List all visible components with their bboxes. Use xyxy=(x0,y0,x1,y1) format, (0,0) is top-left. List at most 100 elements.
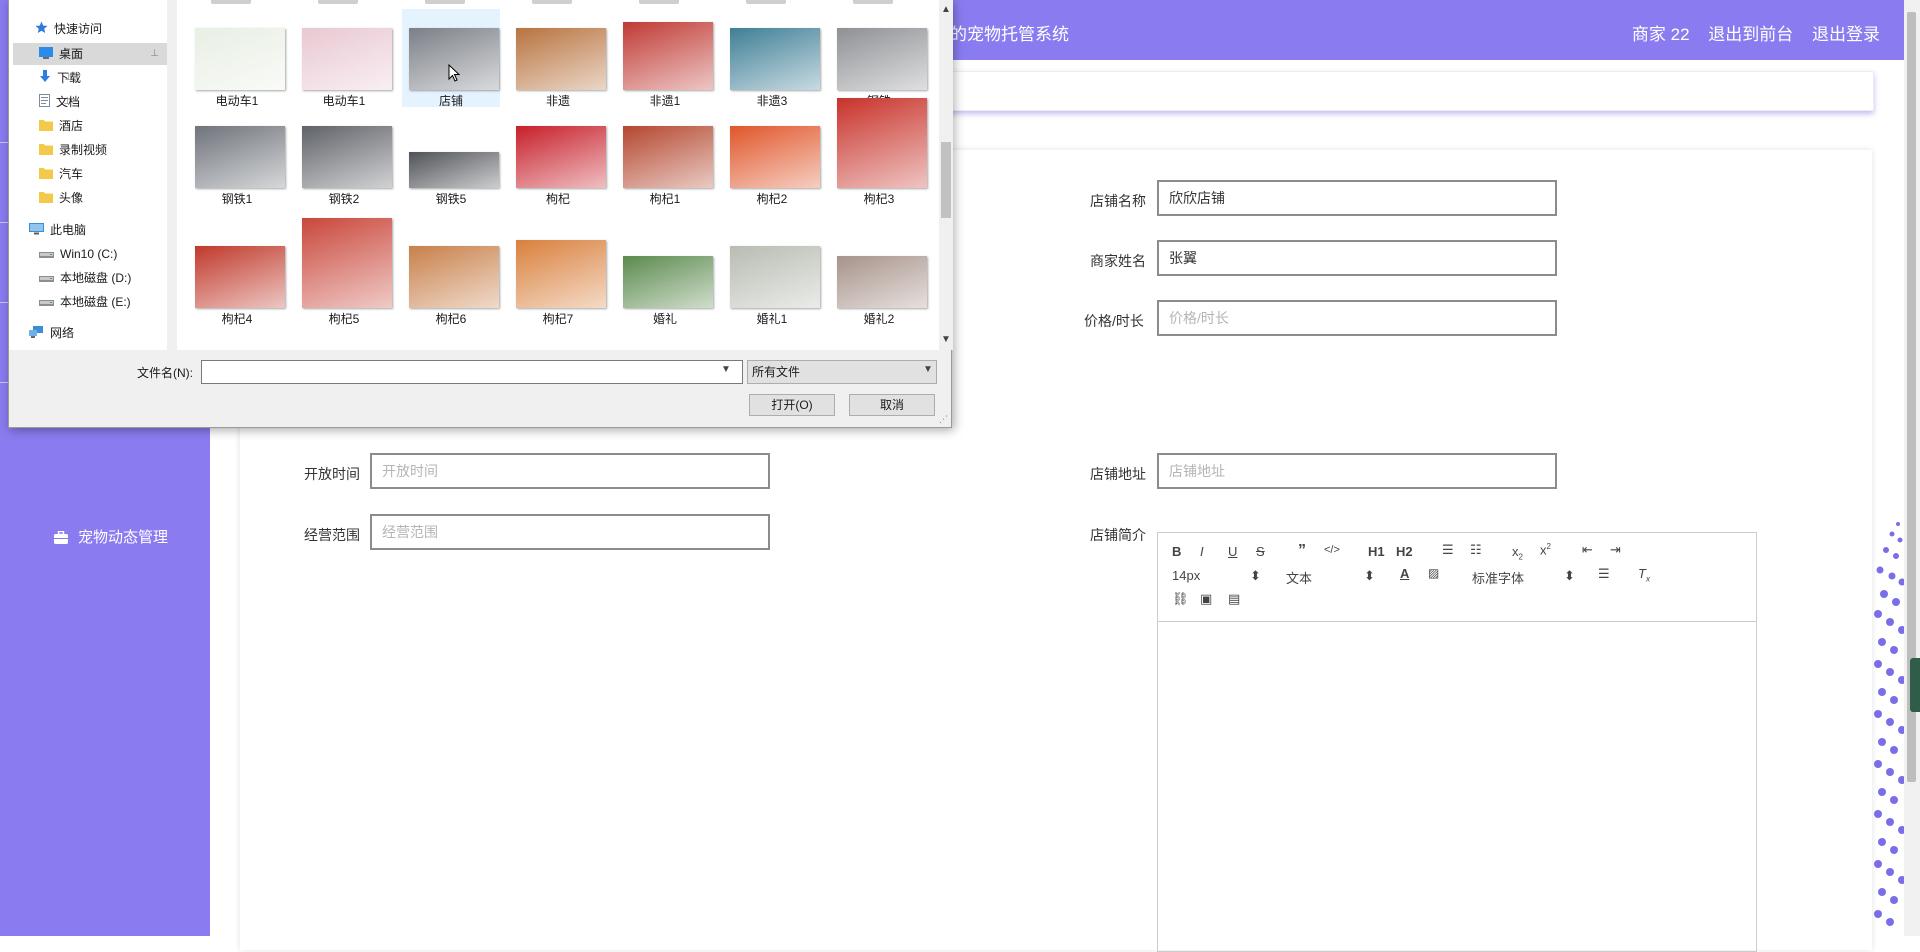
nav-item-5[interactable]: 录制视频 xyxy=(39,139,107,161)
font-family-select[interactable]: 标准字体 ⬍ xyxy=(1472,568,1575,587)
address-input[interactable]: 店铺地址 xyxy=(1157,453,1557,489)
nav-item-8[interactable]: 此电脑 xyxy=(29,219,86,241)
image-icon[interactable]: ▣ xyxy=(1200,591,1212,607)
filetype-select[interactable]: 所有文件 xyxy=(747,360,937,384)
file-item[interactable]: 非遗 xyxy=(510,10,606,108)
file-thumbnail xyxy=(516,240,606,308)
indent-icon[interactable]: ⇥ xyxy=(1610,542,1621,558)
underline-icon[interactable]: U xyxy=(1228,544,1237,559)
code-block-icon[interactable]: </> xyxy=(1324,544,1340,556)
nav-item-label: 本地磁盘 (D:) xyxy=(60,271,132,285)
bullet-list-icon[interactable]: ☷ xyxy=(1470,542,1482,558)
file-item[interactable]: 枸杞5 xyxy=(296,218,392,326)
file-list-scrollbar-thumb[interactable] xyxy=(941,142,951,218)
h1-button[interactable]: H1 xyxy=(1368,544,1385,559)
scope-input[interactable]: 经营范围 xyxy=(370,514,770,550)
nav-item-1[interactable]: 桌面 ⊥ xyxy=(13,43,167,65)
video-icon[interactable]: ▤ xyxy=(1228,591,1240,607)
file-thumbnail xyxy=(409,152,499,188)
subscript-icon[interactable]: x2 xyxy=(1512,544,1523,562)
file-item[interactable]: 钢铁 xyxy=(831,10,927,108)
nav-item-12[interactable]: 网络 xyxy=(29,322,74,344)
file-thumbnail xyxy=(409,246,499,308)
file-item[interactable]: 枸杞6 xyxy=(403,228,499,326)
intro-rich-editor[interactable]: B I U S ” </> H1 H2 ☰ ☷ x2 x2 ⇤ ⇥ 14px ⬍ … xyxy=(1157,532,1757,952)
nav-item-3[interactable]: 文档 ⊥ xyxy=(39,91,80,113)
nav-item-label: 网络 xyxy=(50,326,75,340)
file-item[interactable]: 枸杞4 xyxy=(189,228,285,326)
link-icon[interactable]: ⛓ xyxy=(1172,591,1189,607)
h2-button[interactable]: H2 xyxy=(1396,544,1413,559)
folder-icon xyxy=(39,164,53,186)
file-item[interactable]: 枸杞 xyxy=(510,108,606,206)
file-name: 枸杞4 xyxy=(221,312,253,326)
price-input[interactable]: 价格/时长 xyxy=(1157,300,1557,336)
side-panel-handle[interactable] xyxy=(1910,658,1920,712)
nav-item-6[interactable]: 汽车 xyxy=(39,163,83,185)
drive-icon xyxy=(39,244,54,266)
scroll-down-icon[interactable]: ▼ xyxy=(941,334,951,345)
font-size-select[interactable]: 14px ⬍ xyxy=(1172,568,1261,583)
nav-item-0[interactable]: 快速访问 xyxy=(35,18,102,40)
font-color-icon[interactable]: A xyxy=(1400,566,1409,581)
mouse-cursor-icon xyxy=(448,64,460,82)
filename-input[interactable] xyxy=(201,360,743,384)
file-thumbnail xyxy=(516,28,606,90)
outdent-icon[interactable]: ⇤ xyxy=(1582,542,1593,558)
file-item[interactable]: 非遗3 xyxy=(724,10,820,108)
nav-item-label: Win10 (C:) xyxy=(60,247,118,261)
nav-item-11[interactable]: 本地磁盘 (E:) xyxy=(39,291,131,313)
nav-item-10[interactable]: 本地磁盘 (D:) xyxy=(39,267,131,289)
merchant-name-input[interactable]: 张翼 xyxy=(1157,240,1557,276)
scroll-up-icon[interactable]: ▲ xyxy=(941,4,951,15)
align-icon[interactable]: ☰ xyxy=(1598,566,1610,582)
download-icon xyxy=(39,68,51,90)
file-item[interactable]: 枸杞7 xyxy=(510,228,606,326)
document-icon xyxy=(39,92,50,114)
logout-link[interactable]: 退出登录 xyxy=(1812,25,1880,44)
file-item[interactable]: 枸杞3 xyxy=(831,98,927,206)
file-item[interactable]: 婚礼2 xyxy=(831,228,927,326)
chevron-down-icon[interactable]: ▼ xyxy=(721,364,731,375)
nav-item-label: 录制视频 xyxy=(59,143,108,157)
nav-item-label: 汽车 xyxy=(59,167,84,181)
header-select-value: 文本 xyxy=(1286,571,1313,586)
italic-icon[interactable]: I xyxy=(1200,544,1204,559)
file-item[interactable]: 婚礼1 xyxy=(724,228,820,326)
header-select[interactable]: 文本 ⬍ xyxy=(1286,568,1375,587)
nav-item-2[interactable]: 下载 ⊥ xyxy=(39,67,81,89)
nav-item-7[interactable]: 头像 xyxy=(39,187,83,209)
file-item[interactable]: 钢铁2 xyxy=(296,108,392,206)
blockquote-icon[interactable]: ” xyxy=(1298,542,1306,560)
file-item[interactable]: 店铺 xyxy=(402,9,500,108)
file-item[interactable]: 钢铁1 xyxy=(189,108,285,206)
cancel-button[interactable]: 取消 xyxy=(849,394,935,416)
file-item[interactable]: 非遗1 xyxy=(617,10,713,108)
open-time-input[interactable]: 开放时间 xyxy=(370,453,770,489)
file-item[interactable]: 枸杞1 xyxy=(617,108,713,206)
editor-toolbar: B I U S ” </> H1 H2 ☰ ☷ x2 x2 ⇤ ⇥ 14px ⬍ … xyxy=(1158,533,1756,622)
ordered-list-icon[interactable]: ☰ xyxy=(1442,542,1454,558)
file-item[interactable]: 钢铁5 xyxy=(403,108,499,206)
strike-icon[interactable]: S xyxy=(1256,544,1265,559)
back-to-front-link[interactable]: 退出到前台 xyxy=(1708,25,1793,44)
sidebar-item-pet-news[interactable]: 宠物动态管理 xyxy=(54,526,168,547)
file-item[interactable]: 电动车1 xyxy=(296,10,392,108)
clear-format-icon[interactable]: Tx xyxy=(1638,566,1650,584)
highlight-icon[interactable]: ▨ xyxy=(1428,566,1439,580)
file-name: 电动车1 xyxy=(215,94,259,108)
file-thumbnail xyxy=(730,246,820,308)
shop-name-input[interactable]: 欣欣店铺 xyxy=(1157,180,1557,216)
file-item[interactable]: 电动车1 xyxy=(189,10,285,108)
scope-label: 经营范围 xyxy=(304,527,360,543)
resize-grip-icon[interactable]: ⋰ xyxy=(939,414,948,425)
nav-item-9[interactable]: Win10 (C:) xyxy=(39,243,117,265)
chevron-down-icon[interactable]: ▼ xyxy=(923,364,933,375)
file-item[interactable]: 婚礼 xyxy=(617,228,713,326)
file-item[interactable]: 枸杞2 xyxy=(724,108,820,206)
nav-item-4[interactable]: 酒店 xyxy=(39,115,83,137)
open-button[interactable]: 打开(O) xyxy=(749,394,835,416)
superscript-icon[interactable]: x2 xyxy=(1540,542,1551,557)
bold-icon[interactable]: B xyxy=(1172,544,1181,559)
file-name: 非遗3 xyxy=(756,94,788,108)
